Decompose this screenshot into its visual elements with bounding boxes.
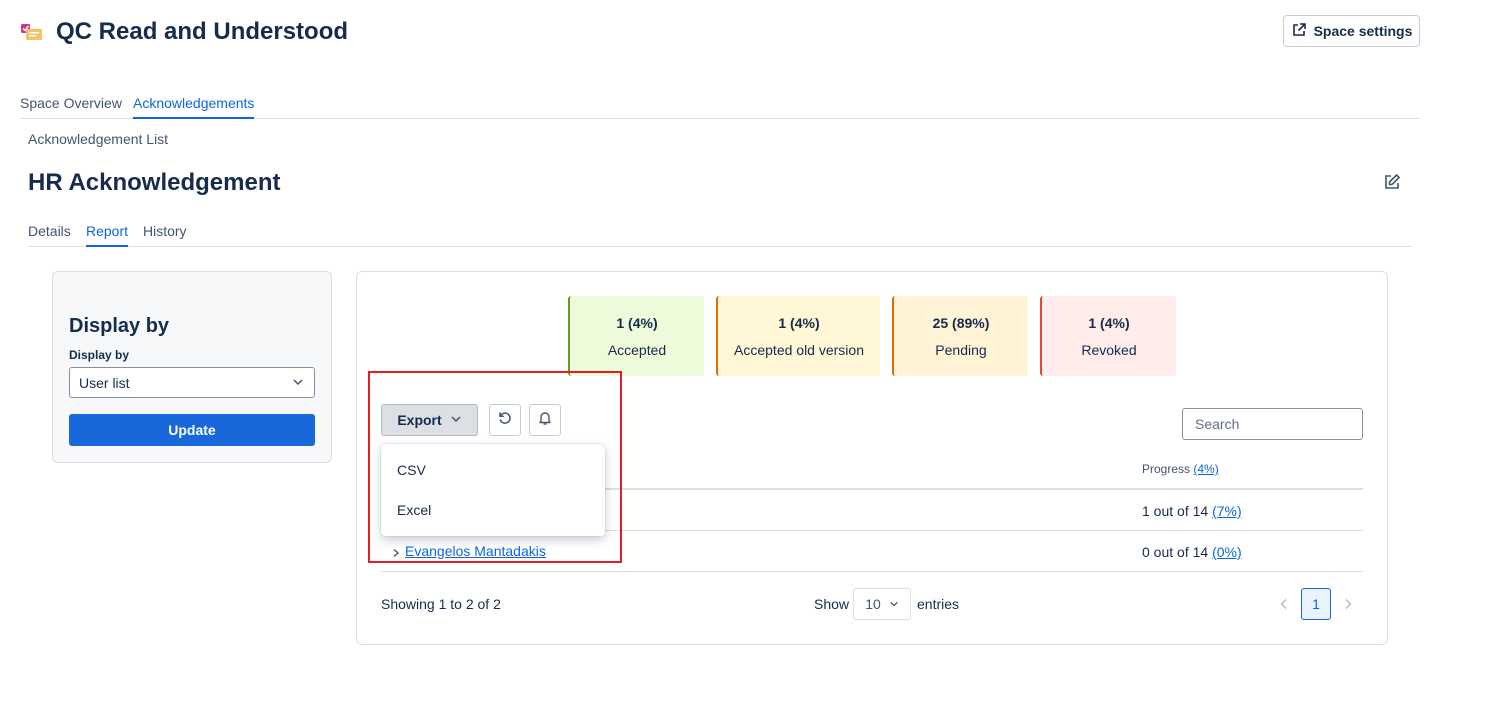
stat-pending[interactable]: 25 (89%) Pending (892, 296, 1028, 376)
stat-label: Revoked (1081, 342, 1137, 358)
edit-icon[interactable] (1382, 172, 1402, 192)
row-progress-percent[interactable]: (7%) (1212, 503, 1242, 519)
stat-count: 25 (89%) (932, 315, 990, 331)
stat-count: 1 (4%) (1088, 315, 1130, 331)
display-by-panel: Display by Display by User list Update (52, 271, 332, 463)
tab-history[interactable]: History (143, 223, 187, 247)
space-icon (20, 22, 44, 42)
row-divider (381, 571, 1363, 572)
table-row-progress: 1 out of 14 (7%) (1142, 503, 1242, 519)
external-link-icon (1291, 22, 1307, 41)
stat-count: 1 (4%) (778, 315, 820, 331)
stat-label: Pending (935, 342, 987, 358)
chevron-down-icon (292, 375, 304, 391)
stat-label: Accepted old version (734, 342, 864, 358)
entries-label: entries (917, 596, 960, 612)
stat-accepted[interactable]: 1 (4%) Accepted (568, 296, 704, 376)
update-button[interactable]: Update (69, 414, 315, 446)
space-settings-button[interactable]: Space settings (1283, 15, 1420, 47)
tab-report[interactable]: Report (86, 223, 129, 247)
tab-details[interactable]: Details (28, 223, 71, 247)
stat-accepted-old-version[interactable]: 1 (4%) Accepted old version (716, 296, 880, 376)
stat-label: Accepted (607, 342, 667, 358)
chevron-left-icon[interactable] (1277, 597, 1291, 611)
page-size-value: 10 (865, 596, 881, 612)
display-by-value: User list (79, 374, 130, 391)
progress-header-label: Progress (1142, 462, 1191, 476)
page-title: HR Acknowledgement (28, 169, 281, 196)
breadcrumb[interactable]: Acknowledgement List (28, 131, 168, 147)
stat-count: 1 (4%) (616, 315, 658, 331)
row-progress-percent[interactable]: (0%) (1212, 544, 1242, 560)
space-title: QC Read and Understood (56, 18, 349, 45)
chevron-down-icon (889, 596, 899, 612)
show-label: Show (814, 596, 850, 612)
report-tabs: Details Report History (28, 223, 1412, 247)
pagination-page-current[interactable]: 1 (1301, 588, 1331, 620)
display-by-label: Display by (69, 348, 130, 362)
chevron-right-icon[interactable] (1341, 597, 1355, 611)
space-settings-label: Space settings (1313, 23, 1413, 39)
display-by-select[interactable]: User list (69, 367, 315, 398)
page-size-select[interactable]: 10 (853, 588, 911, 620)
showing-entries-text: Showing 1 to 2 of 2 (381, 596, 501, 612)
row-progress-text: 1 out of 14 (1142, 503, 1209, 519)
highlight-annotation-box (368, 371, 622, 563)
search-input[interactable] (1182, 408, 1363, 440)
table-row-progress: 0 out of 14 (0%) (1142, 544, 1242, 560)
tab-acknowledgements[interactable]: Acknowledgements (133, 95, 255, 119)
progress-column-header: Progress (4%) (1142, 462, 1219, 476)
space-tabs: Space Overview Acknowledgements (20, 95, 1420, 119)
stat-revoked[interactable]: 1 (4%) Revoked (1040, 296, 1176, 376)
row-progress-text: 0 out of 14 (1142, 544, 1209, 560)
tab-space-overview[interactable]: Space Overview (20, 95, 122, 119)
display-by-heading: Display by (69, 315, 170, 337)
progress-header-percent[interactable]: (4%) (1193, 462, 1218, 476)
